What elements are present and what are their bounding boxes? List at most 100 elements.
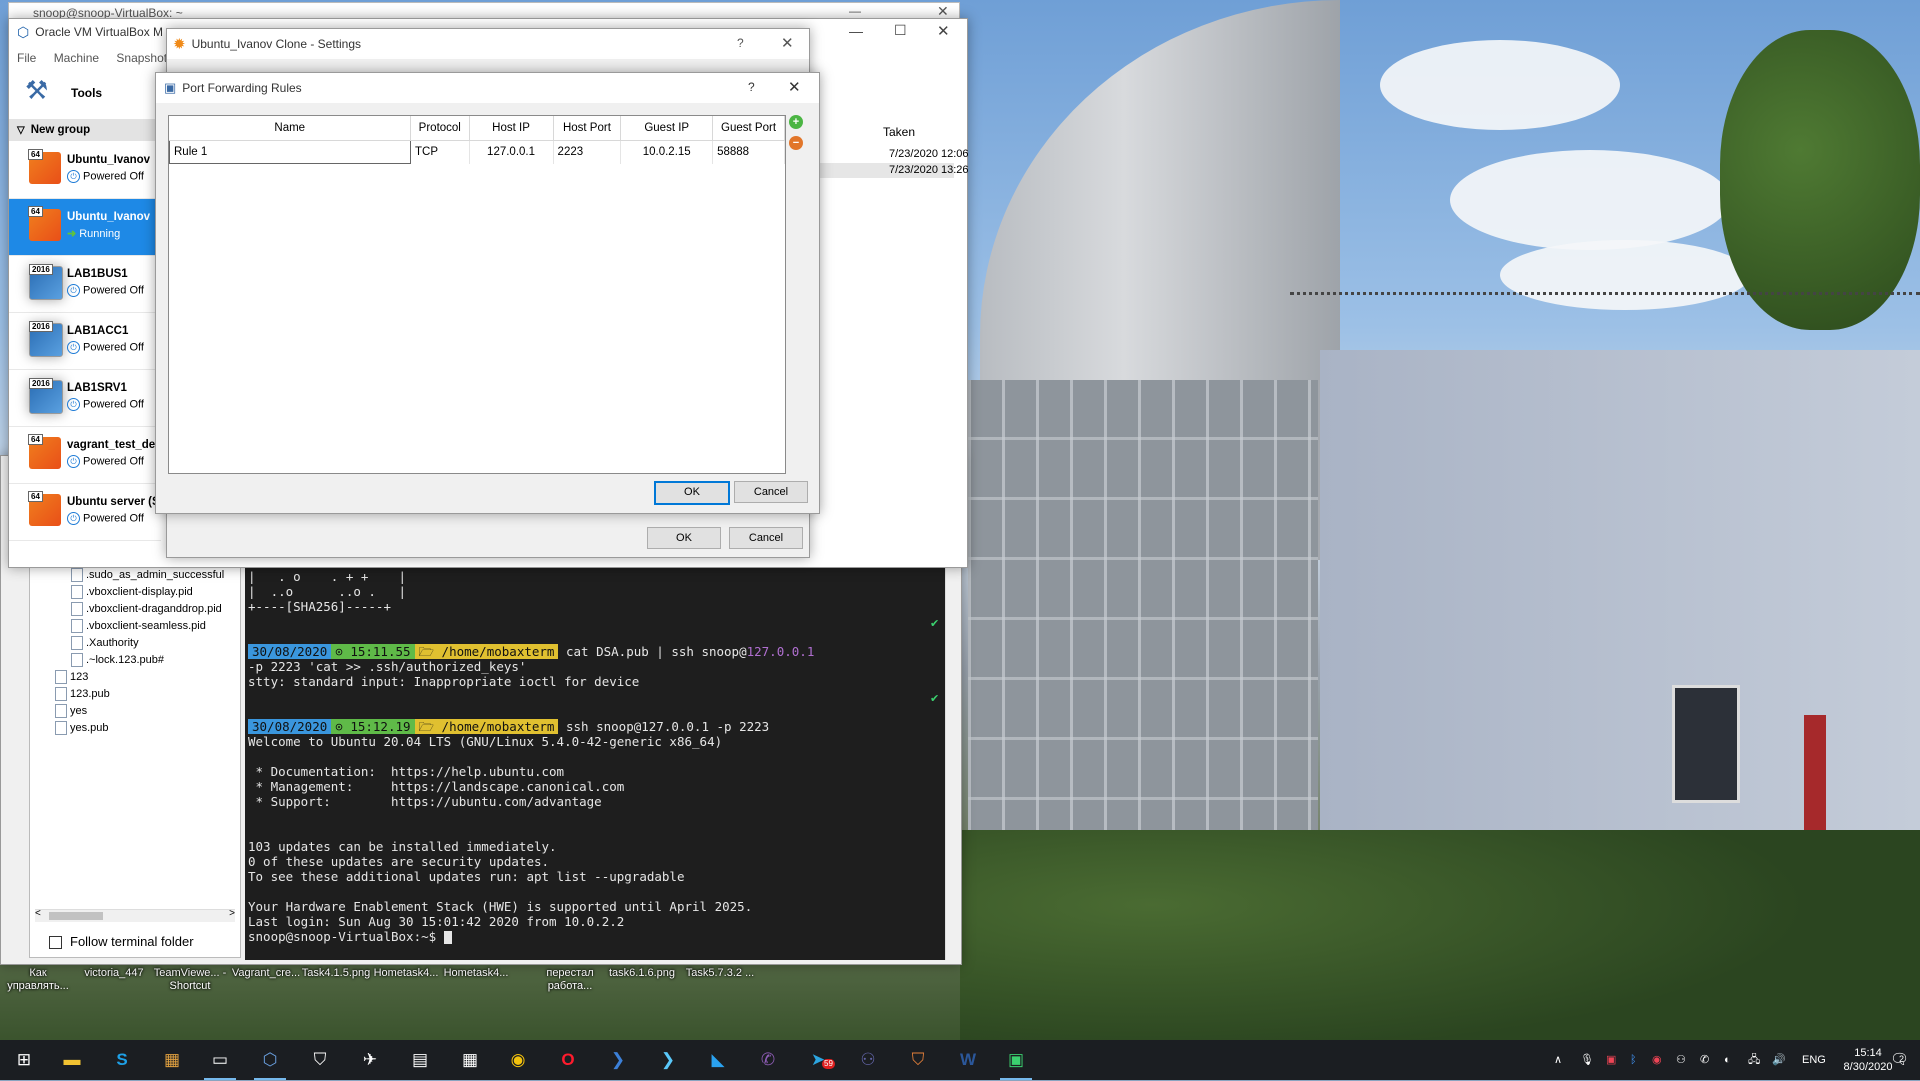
vagrant-shortcut-icon[interactable]: ⛉ [898,1045,938,1075]
rule-protocol-cell[interactable]: TCP [410,140,470,164]
pfr-ok-button[interactable]: OK [654,481,730,505]
viber-icon[interactable]: ✆ [748,1045,788,1075]
terminal[interactable]: | . o . + + | | ..o ..o . | +----[SHA256… [245,566,945,960]
pfr-cancel-button[interactable]: Cancel [734,481,808,503]
skype-icon[interactable]: S [102,1045,142,1075]
rule-guest-ip-cell[interactable]: 10.0.2.15 [620,140,714,164]
rule-host-ip-cell[interactable]: 127.0.0.1 [469,140,554,164]
desktop-icon[interactable]: victoria_447 [74,967,154,980]
file-item[interactable]: .Xauthority [71,636,139,650]
notifications-icon[interactable]: 🗨2 [1890,1040,1914,1080]
file-item[interactable]: .vboxclient-seamless.pid [71,619,206,633]
maximize-icon[interactable]: ☐ [894,22,907,39]
telegram-icon[interactable]: ➤ 59 [798,1045,838,1075]
desktop-icon[interactable]: Hometask4... [366,967,446,980]
column-header-guest-ip[interactable]: Guest IP [620,116,714,141]
tray-app-icon[interactable]: ◐ [1724,1040,1731,1080]
desktop-icon[interactable]: Task5.7.3.2 ... [680,967,760,980]
file-item[interactable]: 123.pub [55,687,110,701]
file-item[interactable]: yes [55,704,87,718]
snapshot-row-selected[interactable]: 7/23/2020 13:26 [809,163,969,178]
language-indicator[interactable]: ENG [1802,1040,1826,1080]
scrollbar-thumb[interactable] [49,912,103,920]
help-button[interactable]: ? [748,80,755,94]
file-item[interactable]: yes.pub [55,721,109,735]
scroll-left-icon[interactable]: < [35,908,41,919]
vscode-icon[interactable]: ◣ [698,1045,738,1075]
snapshot-date[interactable]: 7/23/2020 12:06 [889,148,969,160]
file-item[interactable]: .sudo_as_admin_successful [71,568,224,582]
desktop-icon[interactable]: Vagrant_cre... [226,967,306,980]
rule-guest-port-cell[interactable]: 58888 [712,140,785,164]
minimize-icon[interactable]: — [849,4,861,18]
group-header[interactable]: ▽ New group [9,119,161,141]
powershell-icon[interactable]: ❯ [598,1045,638,1075]
column-header-name[interactable]: Name [169,116,412,141]
windows-start-icon[interactable]: ⊞ [4,1045,44,1075]
menu-file[interactable]: File [17,51,36,65]
file-panel-hscrollbar[interactable]: < > [35,908,235,922]
mobaxterm-app-icon[interactable]: ⛉ [300,1045,340,1075]
clock[interactable]: 15:14 8/30/2020 [1840,1046,1896,1076]
archive-icon[interactable]: ▦ [152,1045,192,1075]
tray-app-icon[interactable]: ◉ [1652,1040,1662,1080]
terminal-app-icon[interactable]: ▭ [200,1045,240,1080]
vm-item[interactable]: 64 vagrant_test_de ⏻ Powered Off [9,427,161,484]
opera-icon[interactable]: O [548,1045,588,1075]
virtualbox-app-icon[interactable]: ⬡ [250,1045,290,1080]
volume-icon[interactable]: 🔊 [1772,1040,1786,1080]
desktop-icon[interactable]: Как управлять... [0,967,78,993]
menu-machine[interactable]: Machine [54,51,99,65]
vm-item[interactable]: 64 Ubuntu_Ivanov ⏻ Powered Off [9,142,161,199]
vm-item[interactable]: 2016 LAB1BUS1 ⏻ Powered Off [9,256,161,313]
teams-icon[interactable]: ⚇ [848,1045,888,1075]
tray-app-icon[interactable]: ▣ [1606,1040,1616,1080]
file-explorer-icon[interactable]: ▬ [52,1045,92,1075]
file-item[interactable]: 123 [55,670,88,684]
app-icon[interactable]: ✈ [350,1045,390,1075]
add-rule-icon[interactable]: + [789,115,803,129]
menu-snapshot[interactable]: Snapshot [116,51,167,65]
console-app-icon[interactable]: ▤ [400,1045,440,1075]
settings-ok-button[interactable]: OK [647,527,721,549]
vm-item-selected[interactable]: 64 Ubuntu_Ivanov ➜ Running [9,199,161,256]
viber-tray-icon[interactable]: ✆ [1700,1040,1709,1080]
checkbox-box[interactable] [49,936,62,950]
chevron-down-icon[interactable]: ▽ [17,125,25,136]
file-item[interactable]: .vboxclient-display.pid [71,585,193,599]
column-header-host-port[interactable]: Host Port [553,116,622,141]
microphone-icon[interactable]: 🎙 [1580,1040,1594,1080]
desktop-icon[interactable]: task6.1.6.png [602,967,682,980]
scroll-right-icon[interactable]: > [229,908,235,919]
remove-rule-icon[interactable]: − [789,136,803,150]
vm-item[interactable]: 2016 LAB1SRV1 ⏻ Powered Off [9,370,161,427]
teams-tray-icon[interactable]: ⚇ [1676,1040,1686,1080]
close-icon[interactable]: ✕ [788,78,801,96]
settings-cancel-button[interactable]: Cancel [729,527,803,549]
chrome-icon[interactable]: ◉ [498,1045,538,1075]
desktop-icon[interactable]: Hometask4... [436,967,516,980]
tools-item[interactable]: ⚒ Tools [25,75,165,111]
vm-item[interactable]: 2016 LAB1ACC1 ⏻ Powered Off [9,313,161,370]
bluetooth-icon[interactable]: ᛒ [1630,1040,1637,1080]
word-icon[interactable]: W [948,1045,988,1075]
file-item[interactable]: .vboxclient-draganddrop.pid [71,602,222,616]
file-item[interactable]: .~lock.123.pub# [71,653,164,667]
calculator-icon[interactable]: ▦ [450,1045,490,1075]
column-header-protocol[interactable]: Protocol [410,116,470,141]
column-header-host-ip[interactable]: Host IP [469,116,554,141]
minimize-icon[interactable]: — [849,23,863,39]
table-row[interactable]: Rule 1 TCP 127.0.0.1 2223 10.0.2.15 5888… [168,140,785,164]
vm-item[interactable]: 64 Ubuntu server (Sn ⏻ Powered Off [9,484,161,541]
column-header-guest-port[interactable]: Guest Port [712,116,785,141]
rule-name-cell[interactable]: Rule 1 [168,140,412,164]
help-button[interactable]: ? [737,36,744,50]
desktop-icon[interactable]: перестал работа... [530,967,610,993]
rule-host-port-cell[interactable]: 2223 [553,140,622,164]
desktop-icon[interactable]: TeamViewe... - Shortcut [150,967,230,993]
monitor-app-icon[interactable]: ▣ [996,1045,1036,1080]
terminal-scrollbar[interactable] [945,566,960,960]
powershell-ise-icon[interactable]: ❯ [648,1045,688,1075]
tray-chevron-up-icon[interactable]: ∧ [1554,1040,1562,1080]
network-tray-icon[interactable]: 🖧 [1748,1040,1760,1080]
